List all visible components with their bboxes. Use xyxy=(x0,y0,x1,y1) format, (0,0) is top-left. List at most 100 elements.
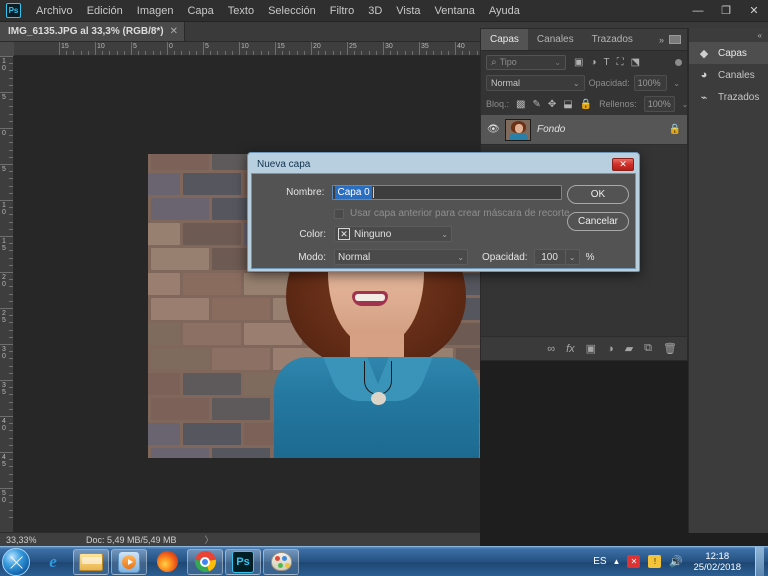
smart-object-filter-icon[interactable]: ⬔ xyxy=(631,57,640,68)
menu-filtro[interactable]: Filtro xyxy=(323,2,361,20)
all-lock-icon[interactable]: 🔒 xyxy=(580,99,592,110)
clock[interactable]: 12:18 25/02/2018 xyxy=(689,551,745,573)
layer-name[interactable]: Fondo xyxy=(537,124,565,135)
rail-item-trazados[interactable]: ⌁ Trazados xyxy=(689,86,768,108)
minimize-button[interactable]: — xyxy=(684,0,712,22)
ruler-minor-mark xyxy=(80,51,82,55)
tab-capas[interactable]: Capas xyxy=(481,29,528,50)
menu-edicion[interactable]: Edición xyxy=(80,2,130,20)
chevron-double-right-icon[interactable]: » xyxy=(659,35,664,45)
blend-mode-select[interactable]: Normal ⌄ xyxy=(334,249,468,265)
brush-lock-icon[interactable]: ✎ xyxy=(532,99,540,110)
ruler-minor-mark xyxy=(260,51,262,55)
vertical-ruler[interactable]: 1 05051 01 52 02 53 03 54 04 55 0 xyxy=(0,56,14,532)
link-icon[interactable]: ∞ xyxy=(547,343,555,355)
shape-filter-icon[interactable]: ⛶ xyxy=(617,57,624,68)
adjustment-filter-icon[interactable]: ◑ xyxy=(590,57,596,68)
menu-ventana[interactable]: Ventana xyxy=(428,2,482,20)
show-desktop-button[interactable] xyxy=(755,547,764,576)
action-center-icon[interactable]: ✕ xyxy=(626,554,641,569)
lock-icon[interactable]: 🔒 xyxy=(669,124,681,135)
maximize-button[interactable]: ❐ xyxy=(712,0,740,22)
dialog-opacity-input[interactable]: 100 xyxy=(533,249,566,265)
layer-thumbnail[interactable] xyxy=(505,118,531,141)
windows-logo-icon xyxy=(10,555,23,569)
clipping-mask-checkbox[interactable] xyxy=(334,208,344,219)
menu-capa[interactable]: Capa xyxy=(180,2,220,20)
ruler-minor-mark xyxy=(9,84,13,86)
horizontal-ruler[interactable]: 15105051015202530354045 xyxy=(0,42,480,56)
fx-icon[interactable]: fx xyxy=(566,343,575,355)
brick xyxy=(183,373,241,395)
ruler-minor-mark xyxy=(296,51,298,55)
brick xyxy=(183,323,241,345)
layer-name-input[interactable]: Capa 0 xyxy=(332,185,562,200)
language-indicator[interactable]: ES xyxy=(593,556,606,567)
cancel-button[interactable]: Cancelar xyxy=(567,212,629,231)
ruler-minor-mark xyxy=(109,51,111,55)
cancel-row: Cancelar xyxy=(567,212,629,231)
chevron-down-icon[interactable]: ⌄ xyxy=(565,249,580,265)
window-controls: — ❐ ✕ xyxy=(684,0,768,22)
opacity-value[interactable]: 100% xyxy=(633,75,668,91)
menu-seleccion[interactable]: Selección xyxy=(261,2,323,20)
taskbar-internet-explorer[interactable]: e xyxy=(35,549,71,575)
move-lock-icon[interactable]: ✥ xyxy=(548,99,556,110)
taskbar-photoshop[interactable]: Ps xyxy=(225,548,261,575)
layer-color-select[interactable]: ✕ Ninguno ⌄ xyxy=(334,226,452,242)
taskbar-firefox[interactable] xyxy=(149,549,185,575)
ruler-minor-mark xyxy=(9,300,13,302)
rail-item-capas[interactable]: ◆ Capas xyxy=(689,42,768,64)
panel-menu-icon[interactable] xyxy=(669,35,681,44)
mask-icon[interactable]: ▣ xyxy=(586,342,596,355)
fill-value[interactable]: 100% xyxy=(643,96,675,112)
zoom-level[interactable]: 33,33% xyxy=(0,535,60,545)
delete-layer-icon[interactable]: 🗑 xyxy=(663,342,677,355)
menu-ayuda[interactable]: Ayuda xyxy=(482,2,527,20)
chevron-down-icon[interactable]: ⌄ xyxy=(671,75,682,91)
volume-icon[interactable]: 🔊 xyxy=(668,554,683,569)
dialog-close-icon[interactable]: ✕ xyxy=(612,158,634,171)
layer-filter-select[interactable]: ⌕ Tipo ⌄ xyxy=(486,54,566,70)
new-layer-icon[interactable]: ⧉ xyxy=(644,342,652,355)
taskbar-file-explorer[interactable] xyxy=(73,548,109,575)
ok-button[interactable]: OK xyxy=(567,185,629,204)
artboard-lock-icon[interactable]: ⬓ xyxy=(563,99,572,110)
table-row[interactable]: 👁 Fondo 🔒 xyxy=(481,115,687,145)
transparency-lock-icon[interactable]: ▩ xyxy=(516,99,525,110)
collapse-panels-icon[interactable]: « xyxy=(689,28,768,42)
close-button[interactable]: ✕ xyxy=(740,0,768,22)
adjustment-layer-icon[interactable]: ◑ xyxy=(607,343,614,355)
status-expand-icon[interactable]: 〉 xyxy=(205,533,214,546)
menu-texto[interactable]: Texto xyxy=(221,2,261,20)
taskbar-paint[interactable] xyxy=(263,548,299,575)
document-tab[interactable]: IMG_6135.JPG al 33,3% (RGB/8*) ✕ xyxy=(0,22,186,41)
artboard[interactable] xyxy=(14,56,480,532)
taskbar-chrome[interactable] xyxy=(187,548,223,575)
eye-icon[interactable]: 👁 xyxy=(487,124,500,135)
group-icon[interactable]: ▰ xyxy=(625,342,633,355)
menu-archivo[interactable]: Archivo xyxy=(29,2,80,20)
chevron-down-icon[interactable]: ⌄ xyxy=(554,58,561,67)
filter-toggle-icon[interactable] xyxy=(675,58,682,66)
dialog-title-bar[interactable]: Nueva capa ✕ xyxy=(251,156,636,173)
ruler-minor-mark xyxy=(9,480,13,482)
pixels-filter-icon[interactable]: ▣ xyxy=(574,57,583,68)
show-hidden-icons-icon[interactable]: ▲ xyxy=(613,557,621,566)
blend-mode-select[interactable]: Normal ⌄ xyxy=(486,75,585,91)
menu-3d[interactable]: 3D xyxy=(361,2,389,20)
tab-trazados[interactable]: Trazados xyxy=(583,29,642,50)
menu-imagen[interactable]: Imagen xyxy=(130,2,181,20)
file-explorer-icon xyxy=(79,552,103,571)
rail-item-canales[interactable]: ◕ Canales xyxy=(689,64,768,86)
taskbar-media-player[interactable] xyxy=(111,548,147,575)
tab-canales[interactable]: Canales xyxy=(528,29,583,50)
ruler-minor-mark xyxy=(426,51,428,55)
start-button[interactable] xyxy=(2,547,30,576)
network-icon[interactable]: ! xyxy=(647,554,662,569)
menu-vista[interactable]: Vista xyxy=(389,2,427,20)
type-filter-icon[interactable]: T xyxy=(604,57,610,68)
ruler-tick-label: 10 xyxy=(241,43,249,50)
close-icon[interactable]: ✕ xyxy=(170,26,178,37)
brick xyxy=(212,348,270,370)
